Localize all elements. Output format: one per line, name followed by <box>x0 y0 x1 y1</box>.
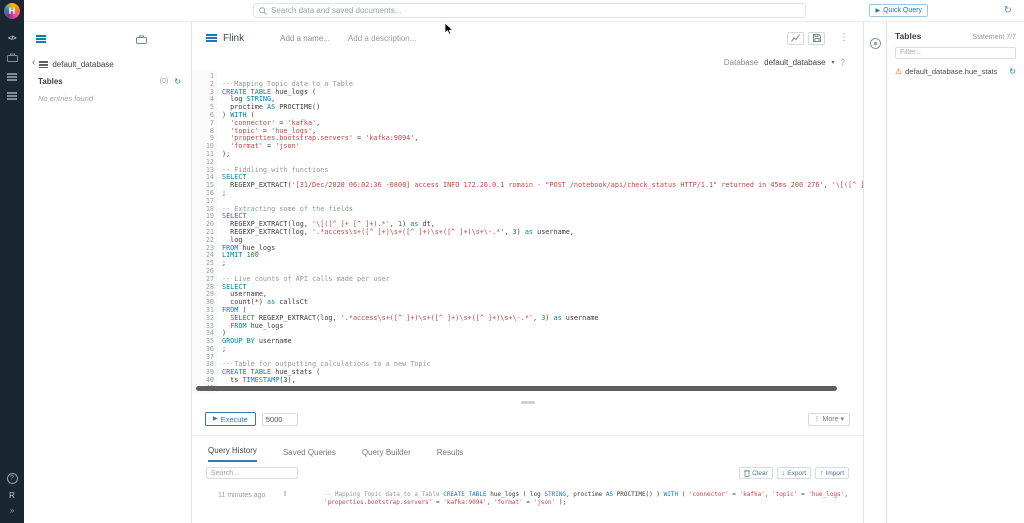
trash-icon <box>744 469 751 477</box>
assist-refresh-icon[interactable]: ↻ <box>174 77 181 86</box>
history-row[interactable]: 11 minutes ago ! -- Mapping Topic data t… <box>192 484 863 507</box>
editor-help-icon[interactable]: ? <box>841 58 845 67</box>
kebab-icon: ⋮ <box>813 416 821 423</box>
right-assist-panel: Tables Statement 7/7 ⚠ default_database.… <box>886 22 1024 523</box>
more-menu-icon[interactable]: ⋮ <box>839 33 849 43</box>
play-icon: ▶ <box>875 7 881 14</box>
assist-database-breadcrumb[interactable]: ‹ default_database <box>24 56 191 72</box>
left-nav: H </> ? R » <box>0 0 24 523</box>
editor-code[interactable]: -- Mapping Topic data to a Table CREATE T… <box>218 71 863 393</box>
database-icon <box>39 60 49 68</box>
help-icon[interactable]: ? <box>6 473 18 484</box>
chevron-down-icon: ▾ <box>840 416 844 423</box>
chevron-down-icon[interactable]: ▾ <box>832 59 835 66</box>
download-icon: ↓ <box>781 469 786 477</box>
more-button[interactable]: ⋮ More ▾ <box>807 412 850 426</box>
horizontal-scrollbar[interactable] <box>196 386 837 391</box>
tab-results[interactable]: Results <box>437 448 464 462</box>
export-button[interactable]: ↓ Export <box>776 467 812 479</box>
right-panel-title: Tables <box>895 31 922 41</box>
tab-saved-queries[interactable]: Saved Queries <box>283 448 336 462</box>
history-timestamp: 11 minutes ago <box>218 492 266 499</box>
global-search[interactable] <box>253 3 806 18</box>
left-assist-panel: ‹ default_database Tables (0) ↻ No entri… <box>24 22 192 523</box>
table-refresh-icon[interactable]: ↻ <box>1009 67 1016 76</box>
assist-database-name[interactable]: default_database <box>52 60 113 69</box>
upload-icon: ↑ <box>820 469 824 477</box>
chart-icon <box>791 34 800 42</box>
query-description-placeholder[interactable]: Add a description... <box>348 34 416 43</box>
chart-button[interactable] <box>787 31 804 45</box>
table-item-name[interactable]: default_database.hue_stats <box>905 67 997 76</box>
dialect-name: Flink <box>223 32 245 44</box>
execute-button[interactable]: ▶ Execute <box>205 412 256 426</box>
editor-resize-handle[interactable] <box>520 401 535 404</box>
tables-icon[interactable] <box>7 73 17 81</box>
assist-tables-count: (0) <box>159 78 169 85</box>
table-list-item[interactable]: ⚠ default_database.hue_stats ↻ <box>895 67 1016 76</box>
sql-source-icon[interactable] <box>36 35 46 43</box>
play-icon: ▶ <box>213 416 218 422</box>
code-editor[interactable]: 1 2 3 4 5 6 7 8 9 10 11 12 13 14 15 16 17 18 19 20 21 22 23 24 2… <box>192 71 863 393</box>
history-search-input[interactable] <box>206 467 298 479</box>
jobs-briefcase-icon[interactable] <box>6 53 18 62</box>
hue-app: H </> ? R » ▶ Quick Query ↻ <box>0 0 1024 523</box>
assist-tables-title: Tables <box>38 77 63 86</box>
global-search-input[interactable] <box>271 6 800 15</box>
warning-icon: ⚠ <box>895 66 903 76</box>
assist-briefcase-icon[interactable] <box>136 35 147 44</box>
statement-counter: Statement 7/7 <box>972 34 1016 41</box>
documents-icon[interactable] <box>7 92 17 100</box>
editor-gutter: 1 2 3 4 5 6 7 8 9 10 11 12 13 14 15 16 17 18 19 20 21 22 23 24 2… <box>192 71 218 393</box>
editor-panel: Flink Add a name... Add a description...… <box>192 22 864 523</box>
tab-query-history[interactable]: Query History <box>208 446 257 462</box>
r-shortcut-icon[interactable]: R <box>9 491 15 500</box>
history-snippet: -- Mapping Topic data to a Table CREATE … <box>324 491 848 506</box>
tables-filter-input[interactable] <box>895 46 1016 59</box>
top-bar: ▶ Quick Query ↻ <box>24 0 1024 22</box>
query-name-placeholder[interactable]: Add a name... <box>280 34 330 43</box>
save-icon <box>812 34 821 42</box>
editor-icon[interactable]: </> <box>8 35 16 42</box>
assist-empty-message: No entries found <box>38 94 94 103</box>
sessions-icon[interactable] <box>869 38 881 49</box>
tab-query-builder[interactable]: Query Builder <box>362 448 411 462</box>
right-assist-strip <box>864 22 886 523</box>
dialect-icon <box>206 33 217 43</box>
database-label: Database <box>723 58 759 67</box>
collapse-nav-icon[interactable]: » <box>10 507 14 515</box>
back-chevron-icon[interactable]: ‹ <box>32 58 35 68</box>
query-history-list: 11 minutes ago ! -- Mapping Topic data t… <box>192 484 863 523</box>
search-icon <box>259 6 267 15</box>
history-refresh-icon[interactable]: ↻ <box>1004 4 1012 17</box>
limit-input[interactable] <box>261 412 298 426</box>
import-button[interactable]: ↑ Import <box>815 467 849 479</box>
save-button[interactable] <box>808 31 825 45</box>
hue-logo-icon[interactable]: H <box>4 3 20 19</box>
status-icon: ! <box>283 491 287 498</box>
clear-history-button[interactable]: Clear <box>739 467 773 479</box>
database-select[interactable]: default_database <box>764 58 825 67</box>
quick-query-button[interactable]: ▶ Quick Query <box>869 4 928 17</box>
